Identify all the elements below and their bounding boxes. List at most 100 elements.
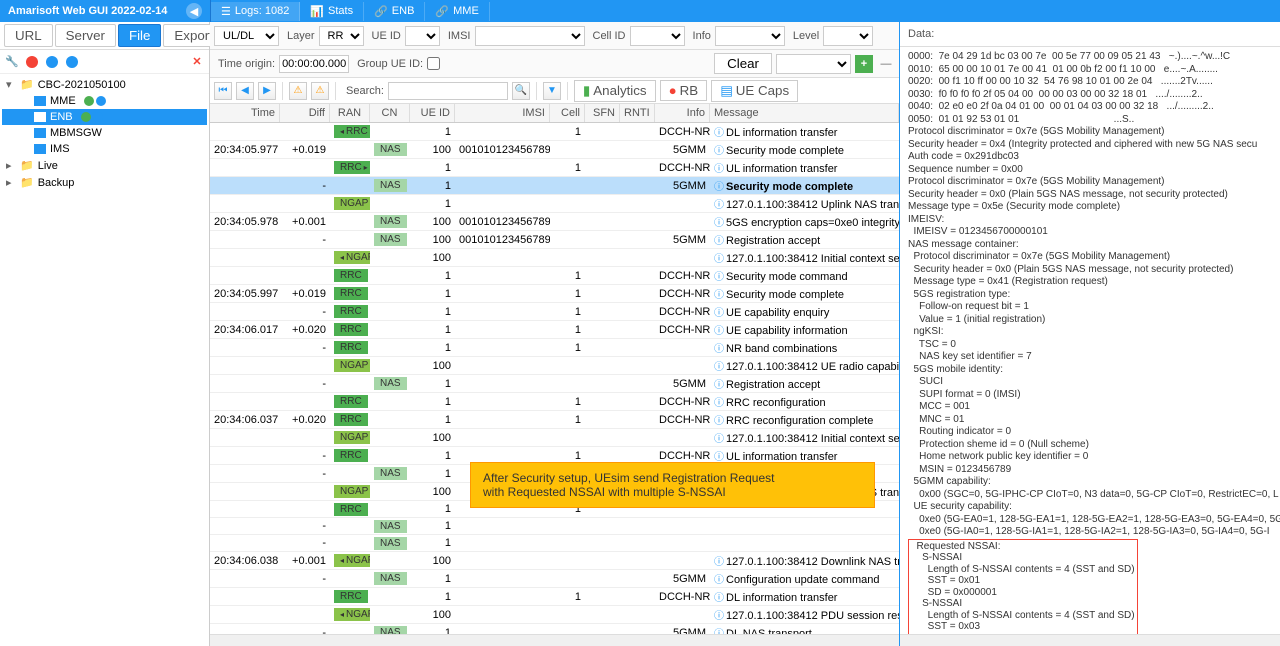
remove-filter-icon[interactable]: — [877,55,895,73]
col-info[interactable]: Info [655,104,710,122]
tab-stats[interactable]: 📊Stats [300,2,364,21]
log-row[interactable]: RRC11DCCH-NRⓘUL information transfer [210,159,899,177]
tab-enb[interactable]: 🔗ENB [364,2,425,21]
info-icon: ⓘ [714,218,724,229]
warn-icon[interactable]: ⚠ [289,82,307,100]
log-row[interactable]: RRC11DCCH-NRⓘRRC reconfiguration [210,393,899,411]
analytics-button[interactable]: ▮Analytics [574,80,656,102]
collapse-left-icon[interactable]: ◀ [186,3,202,19]
log-row[interactable]: RRC11DCCH-NRⓘDL information transfer [210,588,899,606]
log-row[interactable]: -NAS1 [210,518,899,535]
stop-red-icon[interactable] [24,54,40,70]
col-ran[interactable]: RAN [330,104,370,122]
log-row[interactable]: NGAP100ⓘ127.0.1.100:38412 UE radio capab… [210,357,899,375]
level-select[interactable] [823,26,873,46]
expand-icon[interactable]: ▾ [6,78,16,91]
nav-next-icon[interactable]: ▶ [258,82,276,100]
col-rnti[interactable]: RNTI [620,104,655,122]
uecaps-icon: ▤ [720,83,733,99]
tab-mme[interactable]: 🔗MME [425,2,489,21]
binoculars-icon[interactable]: 🔍 [512,82,530,100]
log-row[interactable]: NGAP100ⓘ127.0.1.100:38412 PDU session re… [210,606,899,624]
file-button[interactable]: File [118,24,161,47]
log-row[interactable]: -NAS15GMMⓘConfiguration update command [210,570,899,588]
close-icon[interactable]: ✕ [189,54,205,70]
info-icon: ⓘ [714,236,724,247]
log-row[interactable]: -NAS15GMMⓘDL NAS transport [210,624,899,634]
log-row[interactable]: -RRC11ⓘNR band combinations [210,339,899,357]
server-button[interactable]: Server [55,24,116,47]
log-row[interactable]: NGAP1ⓘ127.0.1.100:38412 Uplink NAS trans… [210,195,899,213]
rb-button[interactable]: ●RB [660,80,708,101]
h-scrollbar[interactable] [900,634,1280,646]
log-row[interactable]: 20:34:05.978+0.001NAS100001010123456789ⓘ… [210,213,899,231]
log-row[interactable]: 20:34:05.997+0.019RRC11DCCH-NRⓘSecurity … [210,285,899,303]
nav-prev-icon[interactable]: ◀ [236,82,254,100]
time-origin-input[interactable] [279,55,349,73]
log-row[interactable]: 20:34:06.038+0.001NGAP100ⓘ127.0.1.100:38… [210,552,899,570]
log-row[interactable]: 20:34:06.037+0.020RRC11DCCH-NRⓘRRC recon… [210,411,899,429]
log-row[interactable]: NGAP100ⓘ127.0.1.100:38412 Initial contex… [210,249,899,267]
imsi-select[interactable] [475,26,585,46]
log-grid[interactable]: Time Diff RAN CN UE ID IMSI Cell SFN RNT… [210,104,899,634]
info-icon: ⓘ [714,182,724,193]
col-cell[interactable]: Cell [550,104,585,122]
tree-node-enb[interactable]: ENB [2,109,207,125]
col-cn[interactable]: CN [370,104,410,122]
log-row[interactable]: -RRC11DCCH-NRⓘUE capability enquiry [210,303,899,321]
log-row[interactable]: -NAS15GMMⓘSecurity mode complete [210,177,899,195]
ueid-select[interactable] [405,26,440,46]
add-filter-icon[interactable]: + [855,55,873,73]
info-icon: ⓘ [714,362,724,373]
info-icon: ⓘ [714,272,724,283]
uecaps-button[interactable]: ▤UE Caps [711,80,798,102]
data-content[interactable]: 0000: 7e 04 29 1d bc 03 00 7e 00 5e 77 0… [900,47,1280,634]
log-row[interactable]: -NAS1000010101234567895GMMⓘRegistration … [210,231,899,249]
log-row[interactable]: RRC11DCCH-NRⓘSecurity mode command [210,267,899,285]
server-icon [34,96,46,106]
expand-icon[interactable]: ▸ [6,176,16,189]
tree-live[interactable]: ▸Live [2,157,207,174]
refresh-icon[interactable] [44,54,60,70]
filter-down-icon[interactable]: ▼ [543,82,561,100]
log-row[interactable]: -NAS15GMMⓘRegistration accept [210,375,899,393]
col-ueid[interactable]: UE ID [410,104,455,122]
tree: ▾CBC-2021050100 MME ENB MBMSGW IMS ▸Live… [0,74,209,646]
log-row[interactable]: 20:34:06.017+0.020RRC11DCCH-NRⓘUE capabi… [210,321,899,339]
h-scrollbar[interactable] [210,634,899,646]
log-row[interactable]: 20:34:05.977+0.019NAS1000010101234567895… [210,141,899,159]
col-sfn[interactable]: SFN [585,104,620,122]
wrench-icon[interactable]: 🔧 [4,54,20,70]
info-select[interactable] [715,26,785,46]
world-icon[interactable] [64,54,80,70]
expand-icon[interactable]: ▸ [6,159,16,172]
cellid-select[interactable] [630,26,685,46]
search-label: Search: [346,85,384,97]
uldl-select[interactable]: UL/DL [214,26,279,46]
tabs-bar: ☰Logs: 1082 📊Stats 🔗ENB 🔗MME [210,0,1280,22]
data-header: Data: [900,22,1280,47]
search-input[interactable] [388,82,508,100]
tab-logs[interactable]: ☰Logs: 1082 [211,2,300,21]
col-msg[interactable]: Message [710,104,899,122]
tree-root[interactable]: ▾CBC-2021050100 [2,76,207,93]
log-row[interactable]: RRC11DCCH-NRⓘDL information transfer [210,123,899,141]
col-imsi[interactable]: IMSI [455,104,550,122]
col-diff[interactable]: Diff [280,104,330,122]
tree-node-ims[interactable]: IMS [2,141,207,157]
group-ue-checkbox[interactable] [427,57,440,70]
col-time[interactable]: Time [210,104,280,122]
clear-button[interactable]: Clear [714,53,772,74]
tree-node-mbmsgw[interactable]: MBMSGW [2,125,207,141]
tree-node-mme[interactable]: MME [2,93,207,109]
nav-first-icon[interactable]: ⏮ [214,82,232,100]
warn-next-icon[interactable]: ⚠ [311,82,329,100]
tree-backup[interactable]: ▸Backup [2,174,207,191]
preset-select[interactable] [776,54,851,74]
log-row[interactable]: NGAP100ⓘ127.0.1.100:38412 Initial contex… [210,429,899,447]
layer-select[interactable]: RRC, [319,26,364,46]
annotation-callout: After Security setup, UEsim send Registr… [470,462,875,508]
url-button[interactable]: URL [4,24,53,47]
info-icon: ⓘ [714,434,724,445]
log-row[interactable]: -NAS1 [210,535,899,552]
